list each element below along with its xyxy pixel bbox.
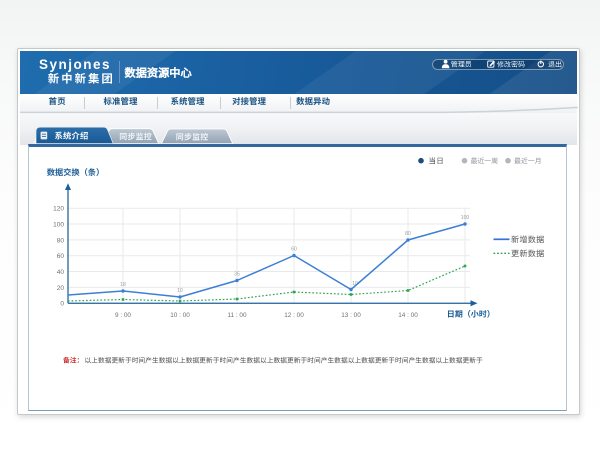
svg-text:40: 40 (57, 269, 65, 276)
svg-text:18: 18 (120, 282, 126, 288)
svg-text:14 : 00: 14 : 00 (398, 312, 418, 319)
svg-text:60: 60 (291, 246, 297, 252)
svg-text:11 : 00: 11 : 00 (227, 312, 247, 319)
svg-text:120: 120 (53, 206, 64, 213)
svg-text:10 : 00: 10 : 00 (170, 312, 190, 319)
svg-text:60: 60 (57, 253, 65, 260)
svg-text:9 : 00: 9 : 00 (115, 312, 131, 319)
svg-text:80: 80 (405, 231, 411, 237)
svg-text:100: 100 (53, 221, 64, 228)
svg-text:10: 10 (177, 288, 183, 294)
svg-text:100: 100 (461, 215, 470, 221)
svg-text:80: 80 (57, 237, 65, 244)
svg-text:13 : 00: 13 : 00 (341, 312, 361, 319)
svg-text:12 : 00: 12 : 00 (284, 312, 304, 319)
svg-text:0: 0 (60, 301, 64, 308)
svg-text:35: 35 (234, 271, 240, 277)
svg-text:20: 20 (57, 285, 65, 292)
